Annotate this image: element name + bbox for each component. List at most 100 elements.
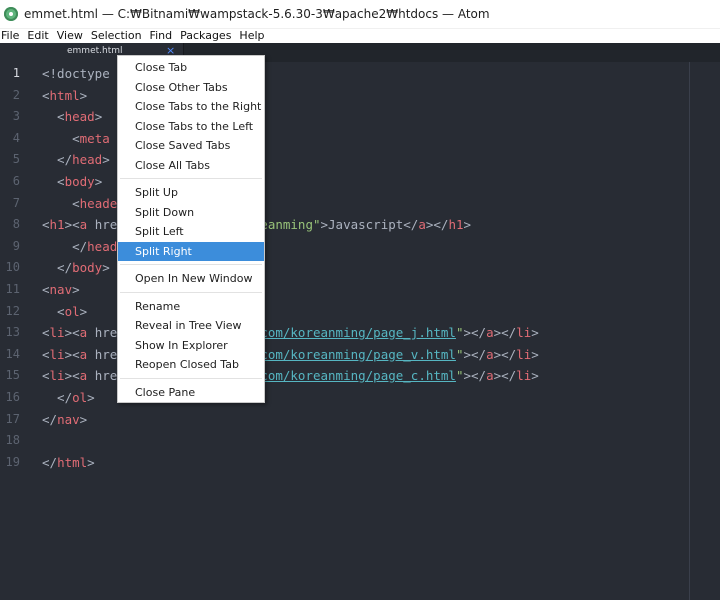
code-token: li — [49, 325, 65, 341]
code-token: </ — [42, 454, 58, 470]
menu-separator — [120, 178, 262, 179]
code-line: </head> — [42, 149, 110, 171]
code-token: ></ — [493, 325, 517, 341]
menu-separator — [120, 264, 262, 265]
code-token: < — [42, 130, 80, 146]
menu-item-split-up[interactable]: Split Up — [118, 183, 264, 202]
code-token: < — [42, 109, 65, 125]
code-token: > — [79, 411, 88, 427]
code-token: > — [94, 174, 103, 189]
menu-item-rename[interactable]: Rename — [118, 297, 264, 316]
menu-find[interactable]: Find — [149, 29, 178, 43]
code-token: > — [72, 282, 80, 297]
menu-item-close-saved-tabs[interactable]: Close Saved Tabs — [118, 136, 264, 155]
code-token: < — [42, 282, 50, 297]
code-token: ol — [72, 390, 88, 405]
code-line: </body> — [42, 257, 110, 279]
code-token: ></ — [463, 368, 487, 384]
code-token: ></ — [463, 325, 487, 341]
code-token: > — [531, 368, 539, 384]
code-token: head — [64, 109, 95, 125]
menu-item-reopen-closed-tab[interactable]: Reopen Closed Tab — [118, 355, 264, 374]
code-line: <html> — [42, 85, 87, 107]
menu-bar: File Edit View Selection Find Packages H… — [0, 28, 720, 43]
code-token: > — [531, 346, 539, 362]
line-number: 5 — [12, 152, 20, 167]
menu-item-split-right[interactable]: Split Right — [118, 241, 264, 261]
menu-file[interactable]: File — [0, 29, 24, 43]
code-token: > — [102, 260, 110, 276]
line-number: 17 — [5, 411, 20, 426]
code-token: < — [42, 174, 65, 189]
menu-item-split-down[interactable]: Split Down — [118, 203, 264, 222]
code-token: hre — [87, 325, 118, 341]
code-token: > — [463, 217, 472, 233]
code-token: < — [42, 195, 80, 211]
code-token: </ — [42, 260, 73, 276]
atom-icon — [4, 7, 18, 21]
code-token: hre — [87, 368, 118, 384]
code-token: html — [57, 454, 88, 470]
menu-view[interactable]: View — [56, 29, 88, 43]
code-token: ></ — [463, 346, 487, 362]
text-editor[interactable]: 1 2 3 4 5 6 7 8 9 10 11 12 13 14 15 16 17 18 19 <!doctype <… — [0, 62, 720, 600]
menu-edit[interactable]: Edit — [26, 29, 53, 43]
code-token: li — [516, 325, 532, 341]
code-token: < — [42, 325, 50, 341]
code-token: <!doctype — [42, 66, 110, 81]
menu-item-close-tab[interactable]: Close Tab — [118, 58, 264, 77]
code-token: </ — [42, 411, 58, 427]
menu-item-show-in-explorer[interactable]: Show In Explorer — [118, 336, 264, 355]
code-line: <body> — [42, 171, 102, 193]
code-token: hre — [87, 217, 118, 233]
line-number: 9 — [12, 238, 20, 253]
code-line: <head> — [42, 106, 102, 128]
menu-item-reveal-in-tree-view[interactable]: Reveal in Tree View — [118, 316, 264, 335]
code-token: > — [94, 109, 103, 125]
code-token: >< — [64, 217, 80, 233]
code-token: body — [64, 174, 95, 189]
code-token: > — [87, 390, 95, 405]
line-number: 2 — [12, 87, 20, 102]
code-line: </nav> — [42, 409, 87, 431]
menu-packages[interactable]: Packages — [179, 29, 236, 43]
code-token: h1 — [448, 217, 464, 233]
code-token: nav — [49, 282, 73, 297]
line-number: 6 — [12, 174, 20, 188]
menu-item-split-left[interactable]: Split Left — [118, 222, 264, 241]
code-line: </head — [42, 236, 117, 258]
code-token: head — [87, 238, 118, 254]
code-token: < — [42, 368, 50, 384]
code-token: meta — [79, 130, 110, 146]
menu-help[interactable]: Help — [238, 29, 269, 43]
menu-item-close-tabs-to-the-right[interactable]: Close Tabs to the Right — [118, 97, 264, 116]
menu-item-close-other-tabs[interactable]: Close Other Tabs — [118, 78, 264, 97]
tab-title: emmet.html — [67, 46, 123, 56]
code-token: < — [42, 303, 65, 319]
code-token: heade — [79, 195, 118, 211]
line-number: 7 — [12, 195, 20, 210]
menu-item-close-tabs-to-the-left[interactable]: Close Tabs to the Left — [118, 117, 264, 136]
code-line: </html> — [42, 452, 95, 474]
code-token: > — [102, 152, 110, 168]
code-line: <nav> — [42, 279, 80, 301]
line-number: 16 — [5, 390, 20, 404]
menu-item-close-all-tabs[interactable]: Close All Tabs — [118, 156, 264, 175]
code-token: > — [531, 325, 539, 341]
code-token: html — [49, 87, 80, 103]
code-token: >< — [64, 346, 80, 362]
line-number: 13 — [5, 325, 20, 340]
code-token: >< — [64, 325, 80, 341]
code-line: <ol> — [42, 301, 87, 323]
code-token: < — [42, 346, 50, 362]
line-number: 15 — [5, 368, 20, 383]
code-token: < — [42, 217, 50, 233]
code-token: </ — [42, 390, 73, 405]
menu-item-open-in-new-window[interactable]: Open In New Window — [118, 269, 264, 288]
code-token: li — [49, 346, 65, 362]
menu-selection[interactable]: Selection — [90, 29, 147, 43]
code-token: > — [79, 87, 88, 103]
line-number-gutter: 1 2 3 4 5 6 7 8 9 10 11 12 13 14 15 16 17 18 19 — [0, 62, 30, 600]
menu-item-close-pane[interactable]: Close Pane — [118, 383, 264, 402]
line-number: 3 — [12, 109, 20, 124]
